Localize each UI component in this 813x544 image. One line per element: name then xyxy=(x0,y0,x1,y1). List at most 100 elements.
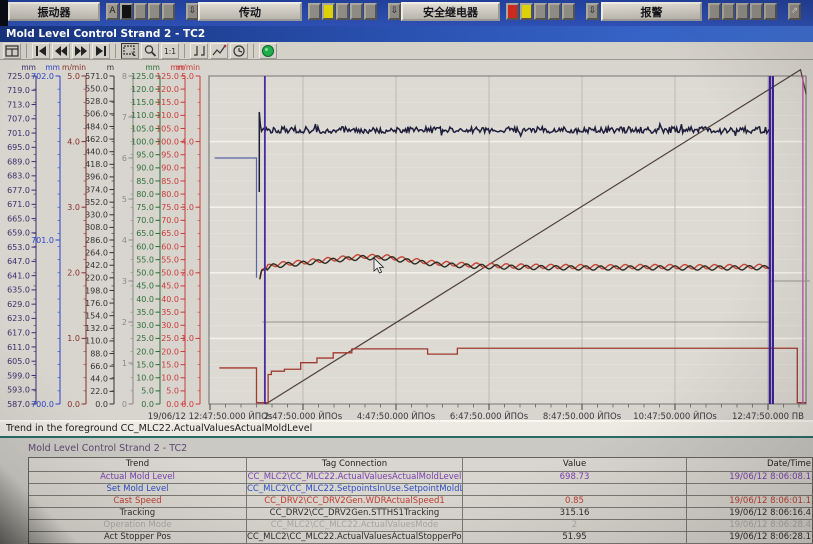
trend-datetime: 19/06/12 8:06:28.4 xyxy=(687,520,813,532)
edit-curve-button[interactable] xyxy=(210,43,228,59)
trend-name: Act Stopper Pos xyxy=(29,532,247,544)
tag-connection: CC_MLC2\CC_MLC22.ActualValuesActualMoldL… xyxy=(247,472,463,484)
skip-to-end-icon xyxy=(93,43,109,59)
trend-row[interactable]: Set Mold LevelCC_MLC2\CC_MLC22.Setpoints… xyxy=(29,484,812,496)
zoom-area-button[interactable] xyxy=(121,43,139,59)
rulers-icon xyxy=(191,43,207,59)
trend-value: 698.73 xyxy=(463,472,687,484)
trend-value: 2 xyxy=(463,520,687,532)
trend-row[interactable]: Actual Mold LevelCC_MLC2\CC_MLC22.Actual… xyxy=(29,472,812,484)
hmi-screen-button-label: 传动 xyxy=(239,4,261,20)
trend-name: Tracking xyxy=(29,508,247,520)
trend-name: Cast Speed xyxy=(29,496,247,508)
clock-icon xyxy=(231,43,247,59)
magnify-button[interactable] xyxy=(141,43,159,59)
skip-to-start-icon xyxy=(33,43,49,59)
indicator-gray-button[interactable] xyxy=(148,3,161,20)
zoom-area-icon xyxy=(122,43,138,59)
trend-row[interactable]: TrackingCC_DRV2\CC_DRV2Gen.STTHS1Trackin… xyxy=(29,508,812,520)
toolbar-separator xyxy=(115,44,116,58)
tag-connection: CC_DRV2\CC_DRV2Gen.STTHS1Tracking xyxy=(247,508,463,520)
time-range-button[interactable] xyxy=(230,43,248,59)
acknowledge-arrow-button[interactable]: ⇗ xyxy=(788,3,801,20)
acknowledge-arrow-button[interactable]: ⇩ xyxy=(388,3,401,20)
window-title-bar: Mold Level Control Strand 2 - TC2 xyxy=(0,26,813,42)
hmi-screen-button-label: 振动器 xyxy=(38,4,71,20)
overview-button[interactable] xyxy=(3,43,21,59)
trend-name: Set Mold Level xyxy=(29,484,247,496)
grid-icon xyxy=(4,43,20,59)
hmi-screen-button[interactable]: 安全继电器 xyxy=(401,2,500,21)
tag-connection: CC_MLC2\CC_MLC22.SetpointsInUse.Setpoint… xyxy=(247,484,463,496)
trend-row[interactable]: Operation ModeCC_MLC2\CC_MLC22.ActualVal… xyxy=(29,520,812,532)
indicator-gray-button[interactable] xyxy=(750,3,763,20)
trend-datetime: 19/06/12 8:06:28.1 xyxy=(687,532,813,544)
indicator-gray-button[interactable] xyxy=(764,3,777,20)
online-indicator[interactable] xyxy=(259,43,277,59)
hmi-screen-button[interactable]: 传动 xyxy=(198,2,302,21)
screen: 振动器A⇩传动⇩安全继电器⇩报警⇗ Mold Level Control Str… xyxy=(0,0,813,544)
screen-edge xyxy=(0,0,8,26)
column-header[interactable]: Trend xyxy=(29,458,247,472)
indicator-gray-button[interactable] xyxy=(562,3,575,20)
jump-to-start-button[interactable] xyxy=(32,43,50,59)
indicator-red-button[interactable] xyxy=(506,3,519,20)
trend-datetime xyxy=(687,484,813,496)
top-button-bar: 振动器A⇩传动⇩安全继电器⇩报警⇗ xyxy=(0,0,813,26)
column-header[interactable]: Value xyxy=(463,458,687,472)
hmi-screen-button[interactable]: 报警 xyxy=(601,2,702,21)
trend-chart-area xyxy=(0,60,813,420)
trend-datetime: 19/06/12 8:06:08.1 xyxy=(687,472,813,484)
one-to-one-button[interactable]: 1:1 xyxy=(161,43,179,59)
ruler-button[interactable] xyxy=(190,43,208,59)
hmi-screen-button-label: 报警 xyxy=(641,4,663,20)
table-window-title: Mold Level Control Strand 2 - TC2 xyxy=(28,443,187,454)
fast-rewind-icon xyxy=(53,43,69,59)
indicator-yellow-button[interactable] xyxy=(322,3,335,20)
trend-row[interactable]: Act Stopper PosCC_MLC2\CC_MLC22.ActualVa… xyxy=(29,532,812,544)
trend-value: 0.85 xyxy=(463,496,687,508)
one-to-one-icon: 1:1 xyxy=(162,43,178,59)
jump-to-end-button[interactable] xyxy=(92,43,110,59)
indicator-gray-button[interactable] xyxy=(308,3,321,20)
indicator-gray-button[interactable] xyxy=(722,3,735,20)
trend-toolbar: 1:1 xyxy=(0,42,813,60)
toolbar-separator xyxy=(253,44,254,58)
indicator-black-button[interactable] xyxy=(120,3,133,20)
trend-datetime: 19/06/12 8:06:01.1 xyxy=(687,496,813,508)
toolbar-separator xyxy=(26,44,27,58)
indicator-gray-button[interactable] xyxy=(364,3,377,20)
indicator-gray-button[interactable] xyxy=(350,3,363,20)
table-header-row: TrendTag ConnectionValueDate/Time xyxy=(29,458,812,472)
trend-name: Actual Mold Level xyxy=(29,472,247,484)
trend-value: 315.16 xyxy=(463,508,687,520)
indicator-letter-a-button[interactable]: A xyxy=(106,3,119,20)
status-text: Trend in the foreground CC_MLC22.ActualV… xyxy=(6,423,312,434)
window-title: Mold Level Control Strand 2 - TC2 xyxy=(6,28,205,40)
hmi-screen-button[interactable]: 振动器 xyxy=(8,2,100,21)
indicator-gray-button[interactable] xyxy=(548,3,561,20)
indicator-gray-button[interactable] xyxy=(134,3,147,20)
indicator-yellow-button[interactable] xyxy=(520,3,533,20)
trend-name: Operation Mode xyxy=(29,520,247,532)
indicator-gray-button[interactable] xyxy=(162,3,175,20)
indicator-gray-button[interactable] xyxy=(336,3,349,20)
indicator-gray-button[interactable] xyxy=(708,3,721,20)
status-bar: Trend in the foreground CC_MLC22.ActualV… xyxy=(0,420,813,438)
column-header[interactable]: Tag Connection xyxy=(247,458,463,472)
tag-connection: CC_MLC2\CC_MLC22.ActualValuesMode xyxy=(247,520,463,532)
trend-row[interactable]: Cast SpeedCC_DRV2\CC_DRV2Gen.WDRActualSp… xyxy=(29,496,812,508)
svg-text:1:1: 1:1 xyxy=(164,47,176,56)
indicator-gray-button[interactable] xyxy=(736,3,749,20)
trend-datetime: 19/06/12 8:06:16.4 xyxy=(687,508,813,520)
trend-legend-table: TrendTag ConnectionValueDate/TimeActual … xyxy=(28,457,813,544)
curve-pen-icon xyxy=(211,43,227,59)
column-header[interactable]: Date/Time xyxy=(687,458,813,472)
acknowledge-arrow-button[interactable]: ⇩ xyxy=(586,3,599,20)
indicator-gray-button[interactable] xyxy=(534,3,547,20)
magnifier-icon xyxy=(142,43,158,59)
trend-value: 51.95 xyxy=(463,532,687,544)
page-forward-button[interactable] xyxy=(72,43,90,59)
page-back-button[interactable] xyxy=(52,43,70,59)
trend-value xyxy=(463,484,687,496)
